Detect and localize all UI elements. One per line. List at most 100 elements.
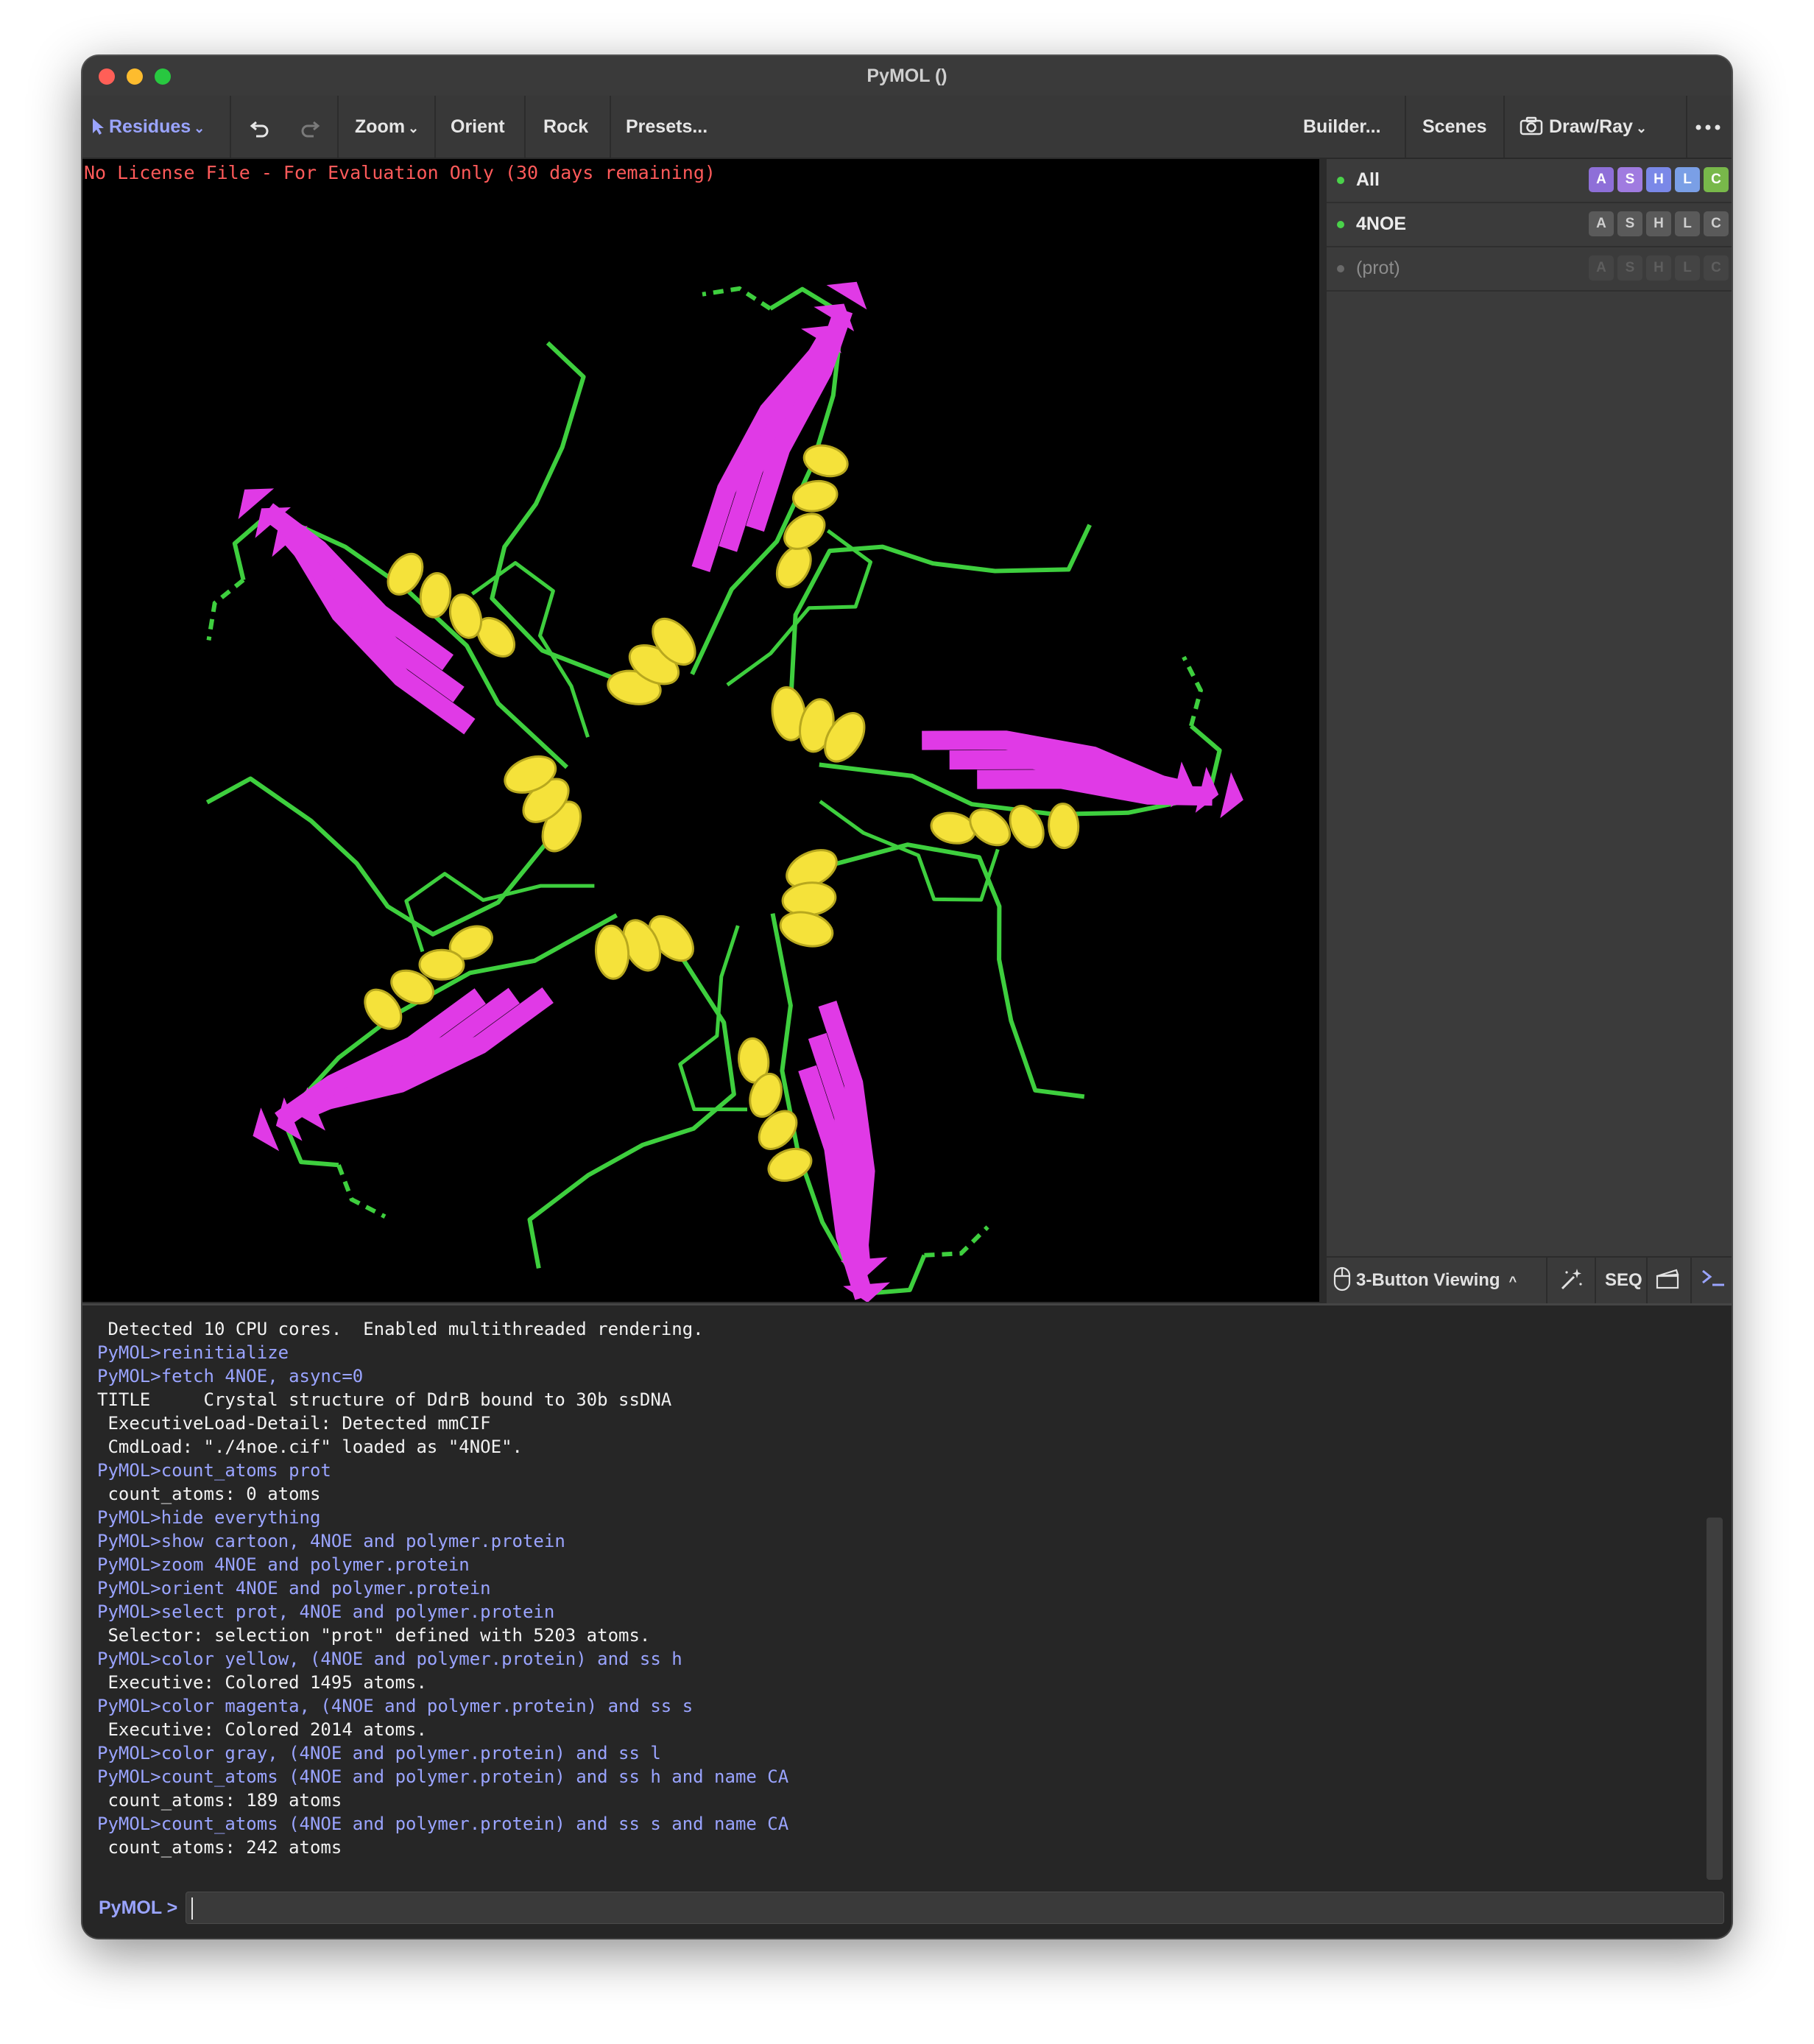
- loop-segment: [205, 776, 549, 937]
- console-output-line: Executive: Colored 2014 atoms.: [97, 1719, 427, 1740]
- action-button[interactable]: A: [1589, 167, 1614, 192]
- beta-strand-arrowhead: [253, 1107, 280, 1152]
- draw-ray-button[interactable]: Draw/Ray ⌄: [1520, 96, 1647, 158]
- draw-ray-label: Draw/Ray: [1549, 116, 1633, 137]
- console-command-line: PyMOL>count_atoms (4NOE and polymer.prot…: [97, 1814, 789, 1834]
- alpha-helix: [418, 948, 465, 981]
- molecular-viewport[interactable]: No License File - For Evaluation Only (3…: [82, 159, 1319, 1302]
- disordered-loop: [702, 286, 772, 311]
- toolbar-divider: [1405, 96, 1406, 158]
- clapperboard-icon: [1656, 1269, 1679, 1289]
- undo-icon: [250, 121, 269, 138]
- loop-segment: [831, 842, 1085, 1099]
- hide-button[interactable]: H: [1646, 167, 1671, 192]
- toolbar-divider: [337, 96, 339, 158]
- toolbar-divider: [230, 96, 231, 158]
- mouse-mode-label: 3-Button Viewing: [1356, 1270, 1500, 1290]
- console-scrollbar[interactable]: [1707, 1518, 1723, 1880]
- viewer-bottom-bar: 3-Button Viewing ^ SEQ: [1327, 1256, 1732, 1303]
- more-options-button[interactable]: [1695, 96, 1721, 158]
- beta-strand-arrowhead: [1220, 772, 1243, 819]
- alpha-helix: [779, 911, 834, 948]
- color-button[interactable]: C: [1704, 211, 1729, 236]
- sequence-button[interactable]: SEQ: [1605, 1258, 1642, 1303]
- color-button[interactable]: C: [1704, 167, 1729, 192]
- enabled-indicator[interactable]: [1337, 177, 1344, 184]
- console-toggle-button[interactable]: [1701, 1258, 1726, 1303]
- command-line: PyMOL >: [82, 1887, 1732, 1933]
- console-command-line: PyMOL>count_atoms prot: [97, 1460, 331, 1481]
- show-button[interactable]: S: [1617, 211, 1642, 236]
- chevron-up-icon: ^: [1508, 1274, 1517, 1289]
- mouse-mode-button[interactable]: 3-Button Viewing ^: [1333, 1258, 1517, 1303]
- object-row-4noe[interactable]: 4NOE ASHLC: [1327, 203, 1732, 247]
- console-command-line: PyMOL>fetch 4NOE, async=0: [97, 1366, 364, 1386]
- show-button[interactable]: S: [1617, 167, 1642, 192]
- bar-divider: [1690, 1258, 1692, 1303]
- loop-segment: [490, 341, 616, 681]
- object-action-buttons: ASHLC: [1585, 211, 1729, 236]
- disordered-loop: [1182, 655, 1204, 727]
- object-panel: All ASHLC 4NOE ASHLC (prot) ASHLC 3-Butt…: [1327, 159, 1732, 1303]
- alpha-helix: [791, 479, 839, 512]
- console-command-line: PyMOL>count_atoms (4NOE and polymer.prot…: [97, 1766, 789, 1787]
- alpha-helix: [930, 811, 976, 845]
- object-row-all[interactable]: All ASHLC: [1327, 159, 1732, 203]
- hide-button[interactable]: H: [1646, 211, 1671, 236]
- loop-segment: [527, 955, 736, 1269]
- object-action-buttons: ASHLC: [1585, 256, 1729, 281]
- wizard-button[interactable]: [1559, 1258, 1584, 1303]
- toolbar-divider: [524, 96, 526, 158]
- console-output-line: ExecutiveLoad-Detail: Detected mmCIF: [97, 1413, 491, 1434]
- enabled-indicator[interactable]: [1337, 221, 1344, 228]
- movie-button[interactable]: [1655, 1258, 1680, 1303]
- zoom-menu-button[interactable]: Zoom ⌄: [355, 96, 419, 158]
- disordered-loop: [924, 1225, 989, 1258]
- orient-button[interactable]: Orient: [451, 96, 505, 158]
- color-button[interactable]: C: [1704, 256, 1729, 281]
- hide-button[interactable]: H: [1646, 256, 1671, 281]
- label-button[interactable]: L: [1675, 167, 1700, 192]
- presets-button[interactable]: Presets...: [626, 96, 707, 158]
- pymol-window: PyMOL () Residues ⌄ Zoom ⌄ Orient Rock P…: [82, 56, 1732, 1938]
- text-caret: [191, 1897, 193, 1920]
- redo-icon: [301, 121, 320, 138]
- action-button[interactable]: A: [1589, 211, 1614, 236]
- console-command-line: PyMOL>select prot, 4NOE and polymer.prot…: [97, 1601, 555, 1622]
- alpha-helix: [419, 572, 452, 619]
- protein-cartoon-rendering[interactable]: [82, 159, 1319, 1302]
- rock-button[interactable]: Rock: [543, 96, 588, 158]
- action-button[interactable]: A: [1589, 256, 1614, 281]
- console-output-line: Executive: Colored 1495 atoms.: [97, 1672, 427, 1693]
- title-bar: PyMOL (): [82, 56, 1732, 96]
- console-command-line: PyMOL>color gray, (4NOE and polymer.prot…: [97, 1743, 661, 1763]
- console-output-line: Detected 10 CPU cores. Enabled multithre…: [97, 1319, 704, 1339]
- selection-mode-label: Residues: [109, 116, 191, 137]
- disabled-indicator[interactable]: [1337, 265, 1344, 272]
- console-output-line: count_atoms: 242 atoms: [97, 1837, 342, 1858]
- label-button[interactable]: L: [1675, 211, 1700, 236]
- command-input[interactable]: [186, 1892, 1724, 1924]
- zoom-label: Zoom: [355, 116, 406, 137]
- show-button[interactable]: S: [1617, 256, 1642, 281]
- toolbar-divider: [610, 96, 611, 158]
- console-command-line: PyMOL>orient 4NOE and polymer.protein: [97, 1578, 491, 1599]
- bar-divider: [1646, 1258, 1648, 1303]
- console-panel: Detected 10 CPU cores. Enabled multithre…: [82, 1303, 1732, 1938]
- terminal-icon: [1702, 1269, 1724, 1286]
- object-name: (prot): [1356, 258, 1400, 278]
- magic-wand-icon: [1561, 1269, 1582, 1290]
- redo-button[interactable]: [299, 96, 321, 158]
- chevron-down-icon: ⌄: [1635, 121, 1648, 135]
- console-output-line: TITLE Crystal structure of DdrB bound to…: [97, 1389, 672, 1410]
- selection-mode-dropdown[interactable]: Residues ⌄: [91, 96, 205, 158]
- cursor-arrow-icon: [93, 119, 104, 135]
- scenes-button[interactable]: Scenes: [1422, 96, 1487, 158]
- console-command-line: PyMOL>hide everything: [97, 1507, 321, 1528]
- object-row-prot[interactable]: (prot) ASHLC: [1327, 247, 1732, 292]
- toolbar-divider: [1503, 96, 1505, 158]
- undo-button[interactable]: [249, 96, 271, 158]
- more-dots-icon: [1695, 124, 1721, 130]
- label-button[interactable]: L: [1675, 256, 1700, 281]
- builder-button[interactable]: Builder...: [1303, 96, 1381, 158]
